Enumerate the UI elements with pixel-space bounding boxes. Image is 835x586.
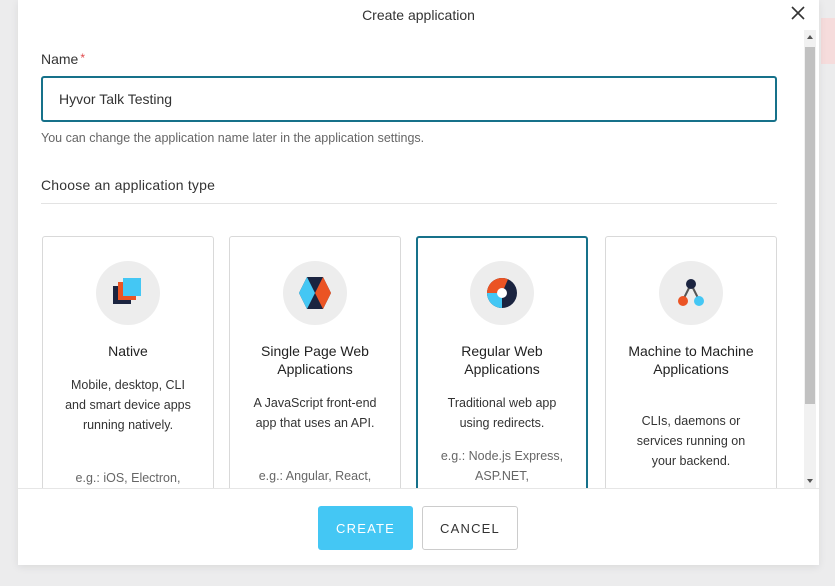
regular-web-app-icon bbox=[470, 261, 534, 325]
app-type-card-regular-web[interactable]: Regular Web Applications Traditional web… bbox=[416, 236, 588, 488]
name-label-text: Name bbox=[41, 51, 79, 67]
card-title: Single Page Web Applications bbox=[261, 343, 369, 377]
required-mark: * bbox=[80, 51, 86, 65]
card-example: e.g.: iOS, Electron, bbox=[75, 471, 181, 485]
app-type-card-m2m[interactable]: Machine to Machine Applications CLIs, da… bbox=[605, 236, 777, 488]
dialog-title: Create application bbox=[362, 7, 475, 23]
card-description: Mobile, desktop, CLI and smart device ap… bbox=[65, 378, 191, 432]
app-type-card-spa[interactable]: Single Page Web Applications A JavaScrip… bbox=[229, 236, 401, 488]
scrollbar-thumb[interactable] bbox=[805, 47, 815, 404]
name-helper-text: You can change the application name late… bbox=[41, 131, 425, 145]
scroll-up-icon[interactable] bbox=[807, 35, 813, 39]
create-button[interactable]: CREATE bbox=[318, 506, 413, 550]
dialog-footer: CREATE CANCEL bbox=[18, 488, 819, 565]
spa-icon bbox=[283, 261, 347, 325]
card-description: A JavaScript front-end app that uses an … bbox=[253, 396, 377, 430]
create-application-dialog: Create application Name* You can change … bbox=[18, 0, 819, 565]
card-title: Regular Web Applications bbox=[461, 343, 543, 377]
card-title: Machine to Machine Applications bbox=[628, 343, 754, 377]
dialog-body: Name* You can change the application nam… bbox=[18, 30, 819, 488]
name-label: Name * bbox=[41, 51, 85, 67]
application-name-input[interactable] bbox=[41, 76, 777, 122]
card-example: e.g.: Node.js Express, ASP.NET, bbox=[440, 449, 564, 483]
background-badge bbox=[821, 18, 835, 64]
native-app-icon bbox=[96, 261, 160, 325]
card-description: CLIs, daemons or services running on you… bbox=[636, 414, 746, 468]
card-example: e.g.: Angular, React, bbox=[258, 469, 372, 483]
dialog-scrollbar[interactable] bbox=[804, 30, 816, 488]
app-type-card-native[interactable]: Native Mobile, desktop, CLI and smart de… bbox=[42, 236, 214, 488]
machine-to-machine-icon bbox=[659, 261, 723, 325]
close-icon[interactable] bbox=[787, 2, 809, 24]
section-divider bbox=[41, 203, 777, 204]
card-title: Native bbox=[108, 343, 148, 359]
scroll-down-icon[interactable] bbox=[807, 479, 813, 483]
cancel-button[interactable]: CANCEL bbox=[422, 506, 518, 550]
application-type-heading: Choose an application type bbox=[41, 177, 216, 193]
card-description: Traditional web app using redirects. bbox=[447, 396, 557, 430]
